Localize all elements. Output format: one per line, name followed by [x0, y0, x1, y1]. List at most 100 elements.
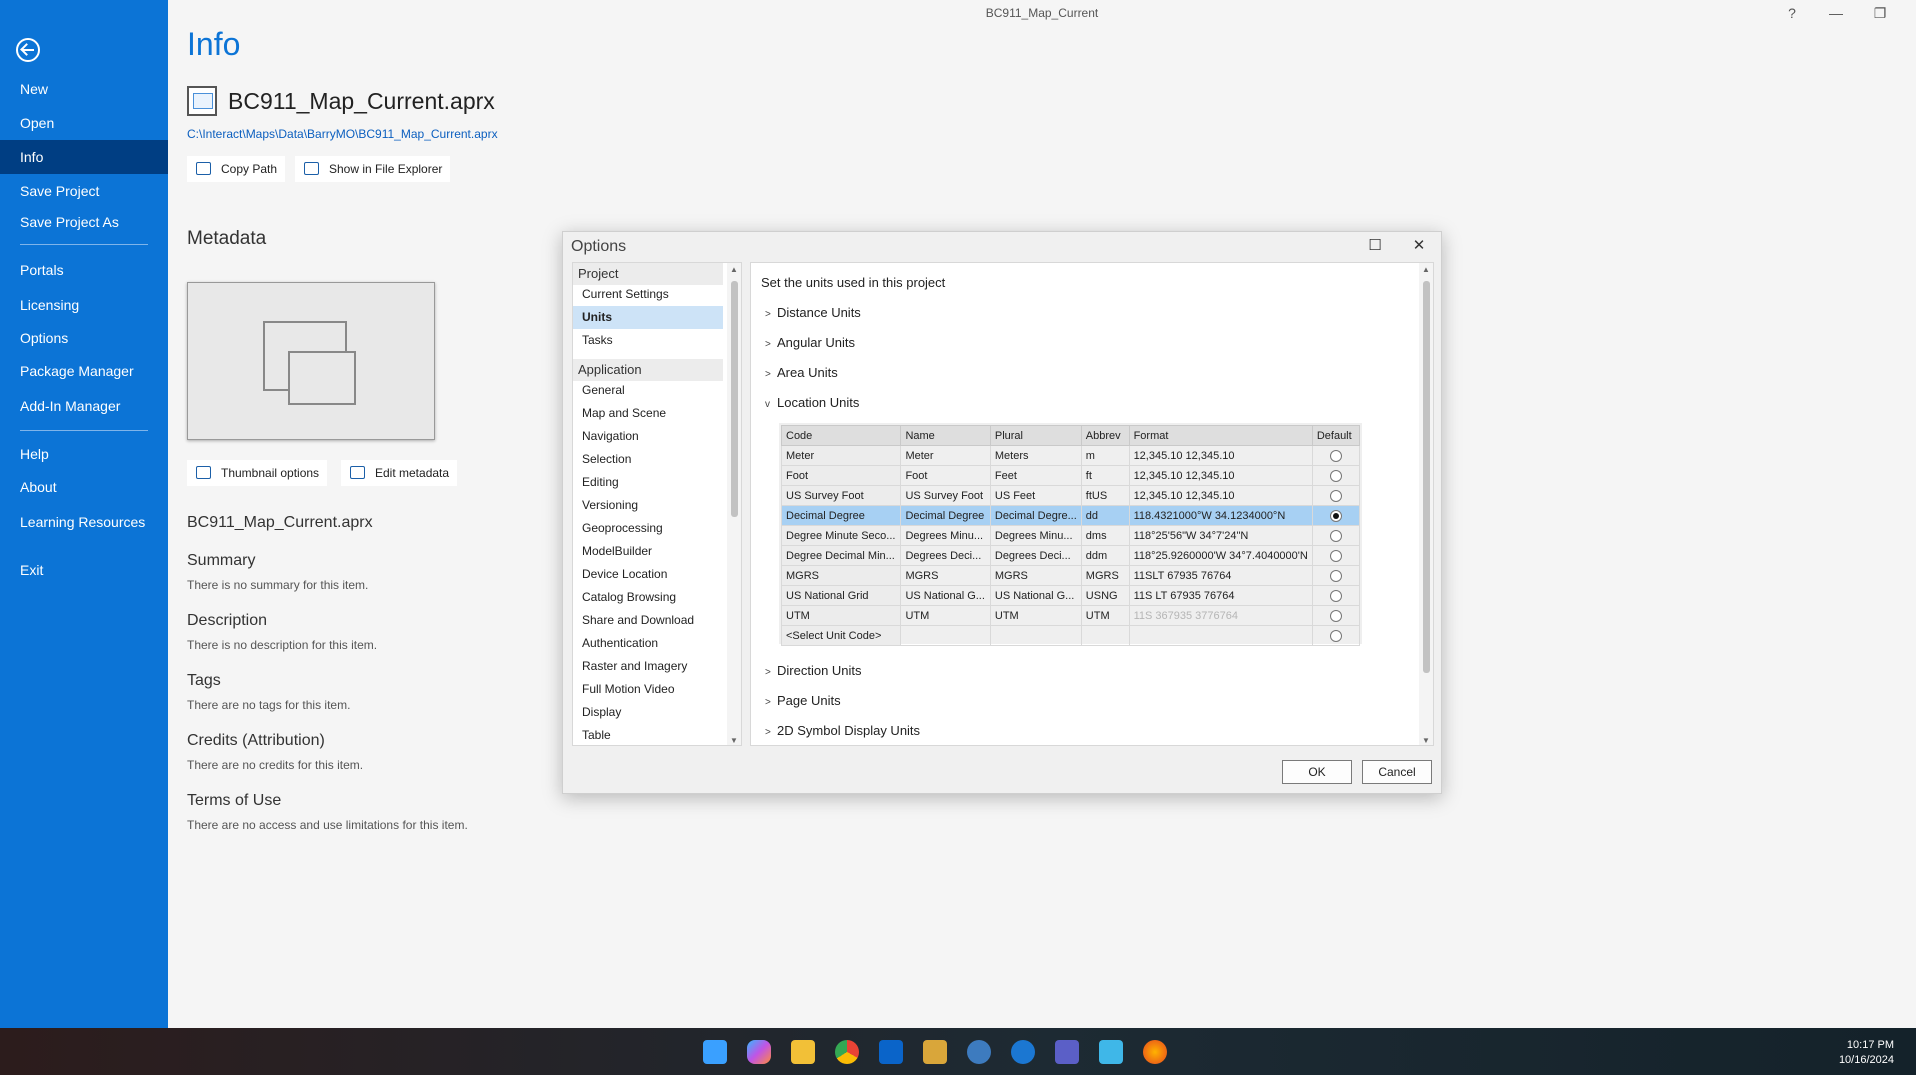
- default-radio[interactable]: [1329, 529, 1342, 542]
- close-icon[interactable]: ✕: [1407, 236, 1431, 256]
- content-scrollbar[interactable]: ▲ ▼: [1419, 263, 1433, 745]
- nav-item-raster-and-imagery[interactable]: Raster and Imagery: [573, 655, 723, 678]
- area-units-expander[interactable]: > Area Units: [765, 365, 838, 380]
- nav-scroll-thumb[interactable]: [731, 281, 738, 517]
- cancel-button[interactable]: Cancel: [1362, 760, 1432, 784]
- table-row[interactable]: US Survey Foot US Survey Foot US Feet ft…: [780, 485, 1361, 506]
- table-row-new[interactable]: <Select Unit Code>: [780, 625, 1361, 646]
- table-row[interactable]: Meter Meter Meters m 12,345.10 12,345.10: [780, 445, 1361, 466]
- thumbnail-options-button[interactable]: Thumbnail options: [187, 460, 328, 486]
- file-explorer-icon[interactable]: [791, 1040, 815, 1064]
- sidebar-item-new[interactable]: New: [0, 72, 168, 106]
- nav-item-display[interactable]: Display: [573, 701, 723, 724]
- nav-item-table[interactable]: Table: [573, 724, 723, 745]
- sidebar-item-add-in-manager[interactable]: Add-In Manager: [0, 389, 168, 423]
- default-radio-checked[interactable]: [1329, 509, 1342, 522]
- nav-item-versioning[interactable]: Versioning: [573, 494, 723, 517]
- start-icon[interactable]: [703, 1040, 727, 1064]
- close-icon[interactable]: ✕: [1902, 2, 1916, 24]
- table-row[interactable]: Degree Decimal Min... Degrees Deci... De…: [780, 545, 1361, 566]
- edit-metadata-button[interactable]: Edit metadata: [341, 460, 458, 486]
- column-header-plural[interactable]: Plural: [989, 425, 1082, 446]
- default-radio[interactable]: [1329, 569, 1342, 582]
- restore-icon[interactable]: ❐: [1860, 2, 1900, 24]
- ok-button[interactable]: OK: [1282, 760, 1352, 784]
- default-radio[interactable]: [1329, 469, 1342, 482]
- sidebar-item-save-project-as[interactable]: Save Project As: [0, 205, 168, 239]
- default-radio[interactable]: [1329, 629, 1342, 642]
- content-scroll-thumb[interactable]: [1423, 281, 1430, 673]
- nav-item-current-settings[interactable]: Current Settings: [573, 283, 723, 306]
- table-row[interactable]: MGRS MGRS MGRS MGRS 11SLT 67935 76764: [780, 565, 1361, 586]
- nav-item-authentication[interactable]: Authentication: [573, 632, 723, 655]
- column-header-format[interactable]: Format: [1128, 425, 1313, 446]
- nav-item-units[interactable]: Units: [573, 306, 723, 329]
- outlook-icon[interactable]: [879, 1040, 903, 1064]
- column-header-default[interactable]: Default: [1311, 425, 1361, 446]
- back-arrow-icon[interactable]: [16, 38, 40, 62]
- scroll-down-icon[interactable]: ▼: [1422, 736, 1430, 745]
- sidebar-item-info[interactable]: Info: [0, 140, 168, 174]
- default-radio[interactable]: [1329, 449, 1342, 462]
- sidebar-item-portals[interactable]: Portals: [0, 253, 168, 287]
- location-units-expander[interactable]: v Location Units: [765, 395, 859, 410]
- sidebar-item-help[interactable]: Help: [0, 437, 168, 471]
- symbol-display-units-expander[interactable]: >2D Symbol Display Units: [765, 723, 920, 738]
- nav-item-selection[interactable]: Selection: [573, 448, 723, 471]
- sidebar-item-open[interactable]: Open: [0, 106, 168, 140]
- chrome-icon[interactable]: [835, 1040, 859, 1064]
- table-row[interactable]: US National Grid US National G... US Nat…: [780, 585, 1361, 606]
- default-radio[interactable]: [1329, 549, 1342, 562]
- show-in-file-explorer-button[interactable]: Show in File Explorer: [295, 156, 451, 182]
- default-radio[interactable]: [1329, 589, 1342, 602]
- nav-item-editing[interactable]: Editing: [573, 471, 723, 494]
- arcgis-pro-icon[interactable]: [923, 1040, 947, 1064]
- scroll-up-icon[interactable]: ▲: [1422, 265, 1430, 274]
- cell-code-select[interactable]: <Select Unit Code>: [780, 625, 902, 646]
- maximize-icon[interactable]: ☐: [1363, 236, 1387, 256]
- app-icon[interactable]: [1099, 1040, 1123, 1064]
- page-units-expander[interactable]: > Page Units: [765, 693, 841, 708]
- nav-item-full-motion-video[interactable]: Full Motion Video: [573, 678, 723, 701]
- sidebar-item-licensing[interactable]: Licensing: [0, 288, 168, 322]
- nav-item-map-and-scene[interactable]: Map and Scene: [573, 402, 723, 425]
- sidebar-item-package-manager[interactable]: Package Manager: [0, 354, 168, 388]
- table-row[interactable]: Degree Minute Seco... Degrees Minu... De…: [780, 525, 1361, 546]
- sidebar-item-options[interactable]: Options: [0, 321, 168, 355]
- column-header-name[interactable]: Name: [900, 425, 991, 446]
- default-radio[interactable]: [1329, 489, 1342, 502]
- direction-units-expander[interactable]: > Direction Units: [765, 663, 862, 678]
- nav-scrollbar[interactable]: ▲ ▼: [727, 263, 741, 745]
- project-file-path-link[interactable]: C:\Interact\Maps\Data\BarryMO\BC911_Map_…: [187, 127, 498, 141]
- nav-item-catalog-browsing[interactable]: Catalog Browsing: [573, 586, 723, 609]
- system-clock[interactable]: 10:17 PM 10/16/2024: [1839, 1038, 1894, 1068]
- help-icon[interactable]: ?: [1772, 2, 1812, 24]
- table-row[interactable]: Foot Foot Feet ft 12,345.10 12,345.10: [780, 465, 1361, 486]
- nav-item-share-and-download[interactable]: Share and Download: [573, 609, 723, 632]
- scroll-up-icon[interactable]: ▲: [730, 265, 738, 274]
- minimize-icon[interactable]: —: [1816, 2, 1856, 24]
- default-radio[interactable]: [1329, 609, 1342, 622]
- copilot-icon[interactable]: [747, 1040, 771, 1064]
- distance-units-expander[interactable]: > Distance Units: [765, 305, 861, 320]
- column-header-code[interactable]: Code: [780, 425, 902, 446]
- firefox-icon[interactable]: [1143, 1040, 1167, 1064]
- sidebar-item-learning-resources[interactable]: Learning Resources: [0, 505, 168, 539]
- nav-item-general[interactable]: General: [573, 379, 723, 402]
- scroll-down-icon[interactable]: ▼: [730, 736, 738, 745]
- nav-item-tasks[interactable]: Tasks: [573, 329, 723, 352]
- copy-path-button[interactable]: Copy Path: [187, 156, 286, 182]
- nav-item-geoprocessing[interactable]: Geoprocessing: [573, 517, 723, 540]
- nav-item-device-location[interactable]: Device Location: [573, 563, 723, 586]
- sidebar-item-about[interactable]: About: [0, 470, 168, 504]
- nav-item-navigation[interactable]: Navigation: [573, 425, 723, 448]
- column-header-abbrev[interactable]: Abbrev: [1080, 425, 1130, 446]
- sidebar-item-save-project[interactable]: Save Project: [0, 174, 168, 208]
- search-app-icon[interactable]: [967, 1040, 991, 1064]
- table-row-selected[interactable]: Decimal Degree Decimal Degree Decimal De…: [780, 505, 1361, 526]
- sidebar-item-exit[interactable]: Exit: [0, 553, 168, 587]
- angular-units-expander[interactable]: > Angular Units: [765, 335, 855, 350]
- teams-icon[interactable]: [1055, 1040, 1079, 1064]
- nav-item-modelbuilder[interactable]: ModelBuilder: [573, 540, 723, 563]
- table-row[interactable]: UTM UTM UTM UTM 11S 367935 3776764: [780, 605, 1361, 626]
